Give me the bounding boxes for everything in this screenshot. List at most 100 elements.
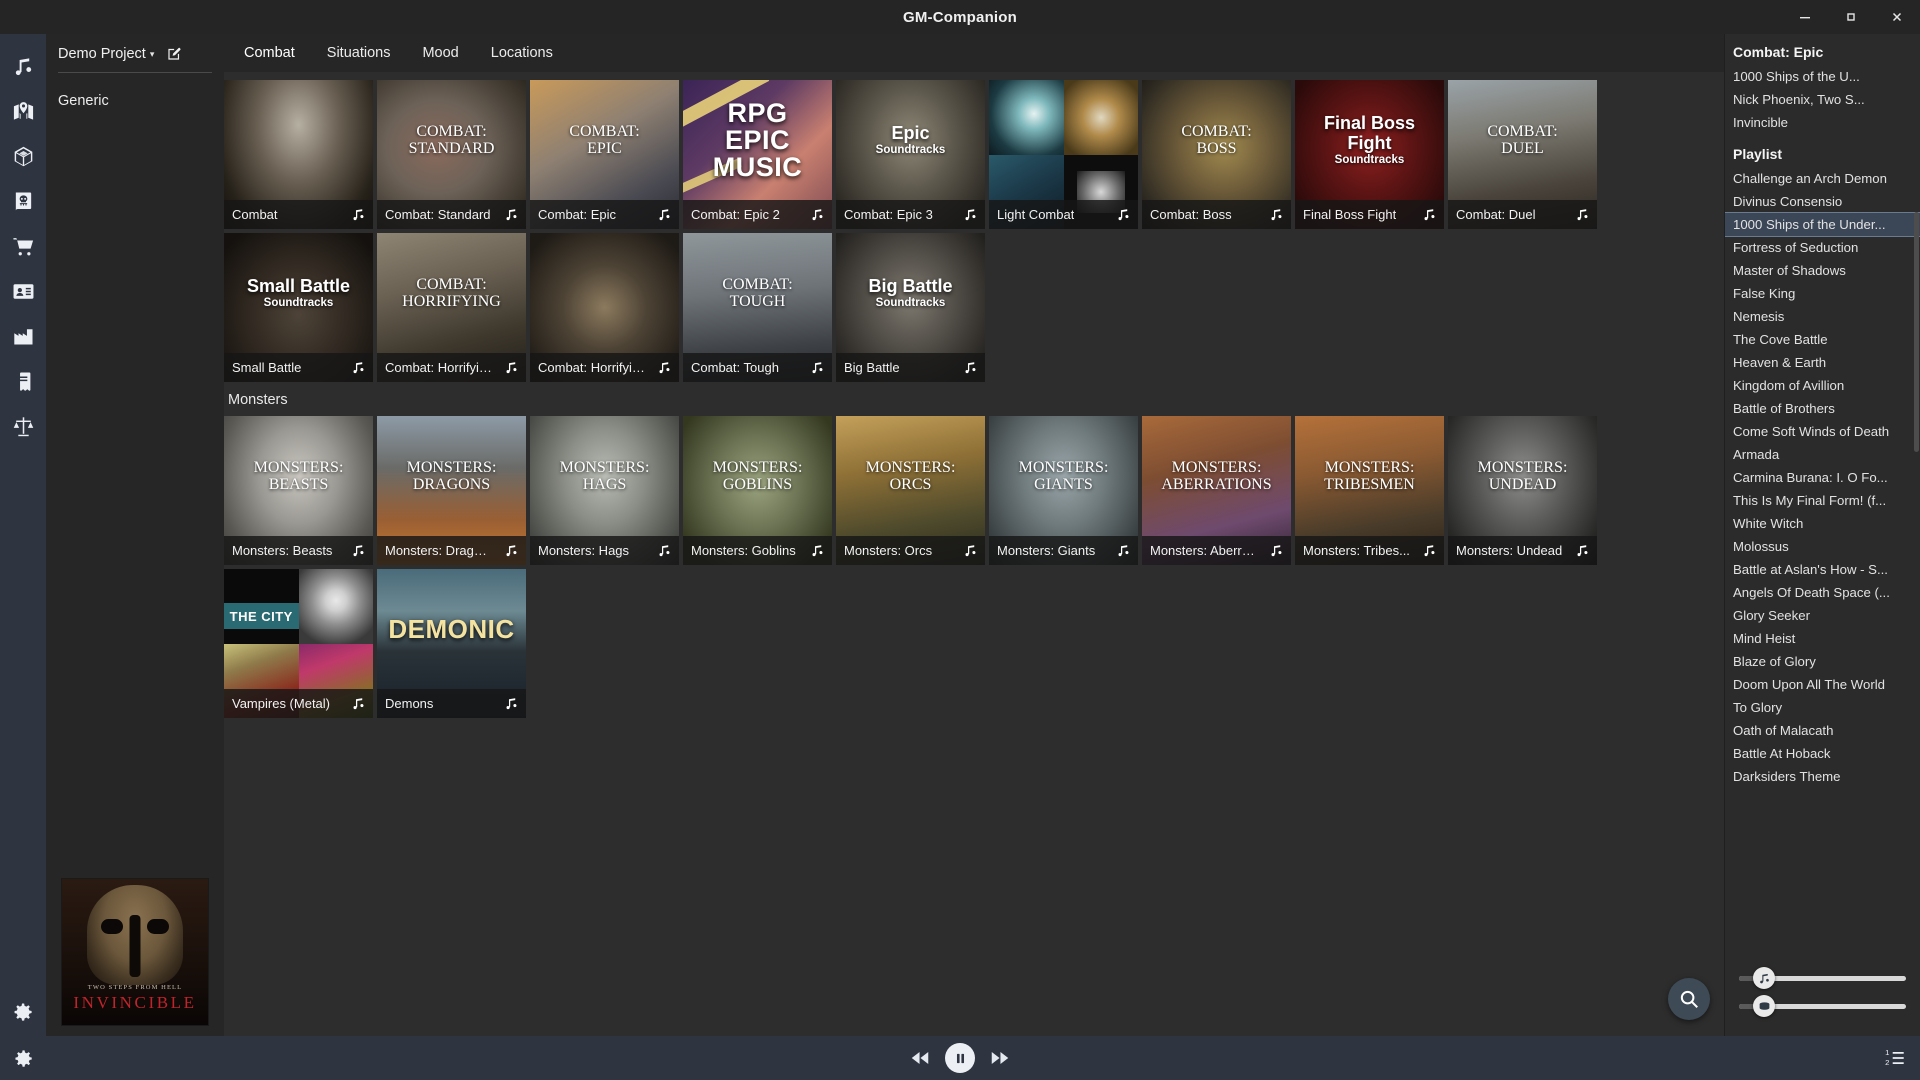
now-playing-album-art[interactable]: TWO STEPS FROM HELL INVINCIBLE	[61, 878, 209, 1026]
minimize-button[interactable]	[1782, 0, 1828, 34]
search-button[interactable]	[1668, 978, 1710, 1020]
playlist-track[interactable]: Nemesis	[1725, 305, 1920, 328]
playlist-track[interactable]: Angels Of Death Space (...	[1725, 581, 1920, 604]
body-row: Demo Project ▾ Generic TWO STEPS FROM HE…	[0, 34, 1920, 1036]
previous-button[interactable]	[909, 1047, 931, 1069]
playlist-track[interactable]: Master of Shadows	[1725, 259, 1920, 282]
rail-item-generator[interactable]	[0, 314, 46, 359]
playlist-track[interactable]: Fortress of Seduction	[1725, 236, 1920, 259]
music-volume-knob[interactable]	[1753, 967, 1775, 989]
playlist-track[interactable]: Oath of Malacath	[1725, 719, 1920, 742]
playlist-track[interactable]: Divinus Consensio	[1725, 190, 1920, 213]
project-name[interactable]: Demo Project	[58, 46, 146, 62]
playlist-track[interactable]: Carmina Burana: I. O Fo...	[1725, 466, 1920, 489]
edit-project-button[interactable]	[166, 46, 182, 62]
queue-button[interactable]: 12	[1884, 1036, 1906, 1080]
playlist-scroll[interactable]: Combat: Epic 1000 Ships of the U... Nick …	[1725, 34, 1920, 956]
now-playing-track[interactable]: Nick Phoenix, Two S...	[1725, 88, 1920, 111]
rail-item-characters[interactable]	[0, 269, 46, 314]
playlist-track[interactable]: Battle At Hoback	[1725, 742, 1920, 765]
audio-element-card[interactable]: Epic Soundtracks Combat: Epic 3	[836, 80, 985, 229]
audio-element-card[interactable]: Combat: Horrifyin...	[530, 233, 679, 382]
tab-combat[interactable]: Combat	[230, 38, 309, 68]
playlist-track[interactable]: Battle of Brothers	[1725, 397, 1920, 420]
gear-icon	[14, 1003, 32, 1021]
rail-item-shop[interactable]	[0, 224, 46, 269]
playlist-track[interactable]: Armada	[1725, 443, 1920, 466]
audio-element-card[interactable]: Light Combat	[989, 80, 1138, 229]
music-volume-slider[interactable]	[1735, 964, 1910, 992]
next-button[interactable]	[989, 1047, 1011, 1069]
sound-volume-knob[interactable]	[1753, 995, 1775, 1017]
playlist-track[interactable]: Glory Seeker	[1725, 604, 1920, 627]
playlist-track[interactable]: The Cove Battle	[1725, 328, 1920, 351]
audio-element-card[interactable]: COMBAT: DUEL Combat: Duel	[1448, 80, 1597, 229]
playlist-track[interactable]: False King	[1725, 282, 1920, 305]
audio-element-card[interactable]: COMBAT: BOSS Combat: Boss	[1142, 80, 1291, 229]
playlist-track[interactable]: Mind Heist	[1725, 627, 1920, 650]
audio-element-card[interactable]: DEMONIC Demons	[377, 569, 526, 718]
rail-item-maps[interactable]	[0, 89, 46, 134]
music-note-icon	[504, 696, 519, 711]
settings-button[interactable]	[0, 988, 46, 1036]
audio-element-card[interactable]: COMBAT: STANDARD Combat: Standard	[377, 80, 526, 229]
audio-element-card[interactable]: MONSTERS: ORCS Monsters: Orcs	[836, 416, 985, 565]
audio-element-card[interactable]: MONSTERS: ABERRATIONS Monsters: Aberrat...	[1142, 416, 1291, 565]
audio-element-card[interactable]: Final Boss Fight Soundtracks Final Boss Fi…	[1295, 80, 1444, 229]
audio-element-card[interactable]: COMBAT: HORRIFYING Combat: Horrifying	[377, 233, 526, 382]
playlist-scrollbar[interactable]	[1914, 212, 1919, 452]
audio-element-card[interactable]: RPG EPIC MUSIC Combat: Epic 2	[683, 80, 832, 229]
playlist-track[interactable]: Heaven & Earth	[1725, 351, 1920, 374]
music-note-icon	[965, 362, 976, 374]
audio-element-card[interactable]: Big Battle Soundtracks Big Battle	[836, 233, 985, 382]
playlist-track[interactable]: This Is My Final Form! (f...	[1725, 489, 1920, 512]
music-note-icon	[1116, 543, 1131, 558]
close-button[interactable]	[1874, 0, 1920, 34]
audio-element-card[interactable]: MONSTERS: TRIBESMEN Monsters: Tribes...	[1295, 416, 1444, 565]
scales-icon	[13, 417, 33, 437]
now-playing-track[interactable]: Invincible	[1725, 111, 1920, 134]
card-label: Big Battle	[844, 360, 900, 375]
playlist-track[interactable]: Battle at Aslan's How - S...	[1725, 558, 1920, 581]
maximize-button[interactable]	[1828, 0, 1874, 34]
rail-item-notes[interactable]	[0, 359, 46, 404]
audio-element-card[interactable]: MONSTERS: BEASTS Monsters: Beasts	[224, 416, 373, 565]
project-category-item[interactable]: Generic	[46, 87, 224, 115]
chevron-down-icon[interactable]: ▾	[150, 49, 155, 60]
audio-element-card[interactable]: MONSTERS: GOBLINS Monsters: Goblins	[683, 416, 832, 565]
rail-item-music[interactable]	[0, 44, 46, 89]
card-caption: Monsters: Undead	[1448, 536, 1597, 565]
tab-locations[interactable]: Locations	[477, 38, 567, 68]
tab-situations[interactable]: Situations	[313, 38, 405, 68]
playlist-track[interactable]: Blaze of Glory	[1725, 650, 1920, 673]
playlist-track[interactable]: Doom Upon All The World	[1725, 673, 1920, 696]
playlist-track[interactable]: To Glory	[1725, 696, 1920, 719]
playlist-track[interactable]: 1000 Ships of the Under...	[1725, 212, 1920, 237]
playlist-track[interactable]: Come Soft Winds of Death	[1725, 420, 1920, 443]
play-pause-button[interactable]	[945, 1043, 975, 1073]
playlist-track[interactable]: Darksiders Theme	[1725, 765, 1920, 788]
playlist-track[interactable]: White Witch	[1725, 512, 1920, 535]
audio-element-card[interactable]: MONSTERS: DRAGONS Monsters: Dragons	[377, 416, 526, 565]
audio-element-card[interactable]: MONSTERS: UNDEAD Monsters: Undead	[1448, 416, 1597, 565]
tab-mood[interactable]: Mood	[408, 38, 472, 68]
element-grid-scroll-area[interactable]: Combat COMBAT: STANDARD Combat: Standard COM…	[224, 72, 1724, 1036]
rail-item-converter[interactable]	[0, 404, 46, 449]
audio-element-card[interactable]: MONSTERS: GIANTS Monsters: Giants	[989, 416, 1138, 565]
audio-element-card[interactable]: THE CITY Vampires (Metal)	[224, 569, 373, 718]
playlist-track[interactable]: Kingdom of Avillion	[1725, 374, 1920, 397]
card-caption: Combat: Standard	[377, 200, 526, 229]
card-label: Monsters: Beasts	[232, 543, 333, 558]
sound-volume-slider[interactable]	[1735, 992, 1910, 1020]
rail-item-bestiary[interactable]	[0, 179, 46, 224]
audio-element-card[interactable]: COMBAT: EPIC Combat: Epic	[530, 80, 679, 229]
rail-item-dice[interactable]	[0, 134, 46, 179]
audio-element-card[interactable]: Small Battle Soundtracks Small Battle	[224, 233, 373, 382]
now-playing-track[interactable]: 1000 Ships of the U...	[1725, 65, 1920, 88]
audio-element-card[interactable]: Combat	[224, 80, 373, 229]
global-settings-button[interactable]	[0, 1036, 46, 1080]
audio-element-card[interactable]: COMBAT: TOUGH Combat: Tough	[683, 233, 832, 382]
playlist-track[interactable]: Molossus	[1725, 535, 1920, 558]
audio-element-card[interactable]: MONSTERS: HAGS Monsters: Hags	[530, 416, 679, 565]
playlist-track[interactable]: Challenge an Arch Demon	[1725, 167, 1920, 190]
